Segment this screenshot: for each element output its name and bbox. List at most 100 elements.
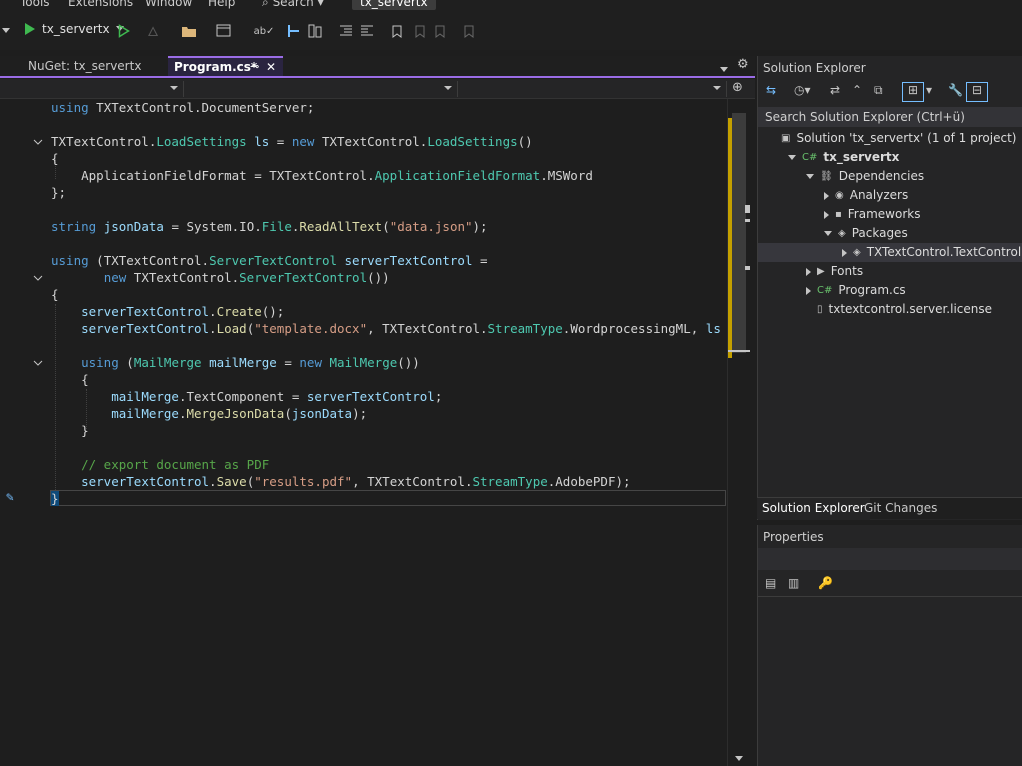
bookmark-clear-icon bbox=[464, 25, 474, 38]
indent-icon bbox=[361, 25, 373, 36]
code-line: }; bbox=[51, 185, 67, 200]
tab-git-changes[interactable]: Git Changes bbox=[859, 498, 942, 519]
clear-bookmarks-button[interactable] bbox=[456, 22, 484, 40]
expanded-arrow-icon[interactable] bbox=[824, 231, 832, 236]
flame-icon: 🜂 bbox=[147, 25, 159, 40]
frameworks-icon: ▪ bbox=[835, 209, 842, 220]
tree-item[interactable]: ◉ Analyzers bbox=[758, 186, 1022, 205]
close-icon[interactable]: ✕ bbox=[266, 58, 276, 76]
tree-item[interactable]: C# tx_servertx bbox=[758, 148, 1022, 167]
collapsed-arrow-icon[interactable] bbox=[842, 248, 847, 257]
file-icon: ▯ bbox=[817, 304, 823, 315]
split-view-button[interactable] bbox=[306, 22, 324, 40]
menu-help[interactable]: Help bbox=[208, 0, 235, 9]
history-icon[interactable]: ◷▾ bbox=[794, 83, 811, 97]
tab-solution-explorer[interactable]: Solution Explorer bbox=[757, 498, 870, 519]
tree-item-label: Solution 'tx_servertx' (1 of 1 project) bbox=[796, 131, 1017, 145]
sync-icon[interactable]: ⇄ bbox=[830, 83, 840, 97]
start-debug-button[interactable]: tx_servertx bbox=[24, 22, 124, 36]
tree-item[interactable]: ⛓ Dependencies bbox=[758, 167, 1022, 186]
property-pages-icon[interactable]: 🔑 bbox=[818, 576, 833, 590]
tab-program-cs[interactable]: Program.cs* ⊸ ✕ bbox=[168, 56, 283, 76]
explorer-bottom-tabs: Solution Explorer Git Changes bbox=[757, 497, 1022, 519]
navigation-bar: ⊕ bbox=[0, 79, 755, 99]
collapsed-arrow-icon[interactable] bbox=[806, 267, 811, 276]
type-dropdown[interactable] bbox=[185, 81, 458, 97]
show-all-files-icon[interactable]: ⧉ bbox=[874, 83, 883, 98]
tree-item[interactable]: ▣ Solution 'tx_servertx' (1 of 1 project) bbox=[758, 129, 1022, 148]
editor-scrollbar[interactable] bbox=[727, 99, 755, 766]
step-into-button[interactable] bbox=[286, 22, 302, 40]
collapsed-arrow-icon[interactable] bbox=[806, 286, 811, 295]
bookmark-button[interactable] bbox=[390, 22, 404, 40]
menu-tools[interactable]: Tools bbox=[20, 0, 50, 9]
code-line: using (TXTextControl.ServerTextControl s… bbox=[51, 253, 488, 268]
collapse-icon[interactable] bbox=[33, 137, 43, 147]
next-bookmark-button[interactable] bbox=[434, 22, 448, 40]
spell-check-button[interactable]: ab✓ bbox=[254, 22, 275, 40]
tree-item-label: Packages bbox=[851, 226, 908, 240]
solution-search-input[interactable]: Search Solution Explorer (Ctrl+ü) bbox=[758, 107, 1022, 127]
tree-item[interactable]: C# Program.cs bbox=[758, 281, 1022, 300]
start-without-debug-button[interactable] bbox=[116, 22, 132, 40]
tree-item[interactable]: ▪ Frameworks bbox=[758, 205, 1022, 224]
expanded-arrow-icon[interactable] bbox=[788, 155, 796, 160]
code-line: // export document as PDF bbox=[81, 457, 270, 472]
outdent-button[interactable] bbox=[338, 22, 354, 40]
chevron-down-icon[interactable]: ▾ bbox=[926, 83, 932, 97]
hot-reload-button[interactable]: 🜂 bbox=[138, 22, 168, 40]
packages-icon: ◈ bbox=[838, 228, 846, 239]
menu-extensions[interactable]: Extensions bbox=[68, 0, 133, 9]
code-line: } bbox=[51, 423, 89, 438]
categorized-icon[interactable]: ▤ bbox=[765, 576, 776, 590]
bookmark-next-icon bbox=[435, 25, 445, 38]
collapsed-arrow-icon[interactable] bbox=[824, 191, 829, 200]
filter-icon[interactable]: ⊞ bbox=[902, 82, 924, 102]
code-line: { bbox=[51, 287, 59, 302]
wrench-icon[interactable]: 🔧 bbox=[948, 83, 963, 97]
tree-item[interactable]: ◈ TXTextControl.TextControl.Co bbox=[758, 243, 1022, 262]
collapse-icon[interactable] bbox=[33, 273, 43, 283]
tab-nuget[interactable]: NuGet: tx_servertx bbox=[22, 56, 147, 76]
member-dropdown[interactable] bbox=[459, 81, 727, 97]
prev-bookmark-button[interactable] bbox=[412, 22, 426, 40]
solution-name-badge: tx_servertx bbox=[352, 0, 436, 10]
quick-actions-brush-icon[interactable]: ✎ bbox=[6, 490, 14, 505]
code-line: mailMerge.TextComponent = serverTextCont… bbox=[111, 389, 443, 404]
tab-overflow-dropdown[interactable] bbox=[720, 62, 728, 76]
panel-title: Solution Explorer bbox=[763, 61, 866, 75]
layout-button[interactable] bbox=[210, 22, 238, 40]
tree-item[interactable]: ▯ txtextcontrol.server.license bbox=[758, 300, 1022, 319]
collapse-all-icon[interactable]: ⌃ bbox=[852, 83, 862, 97]
pin-icon[interactable]: ⊸ bbox=[250, 58, 259, 76]
expanded-arrow-icon[interactable] bbox=[806, 174, 814, 179]
search-icon: ⌕ bbox=[262, 0, 269, 9]
tree-item[interactable]: ◈ Packages bbox=[758, 224, 1022, 243]
collapse-icon[interactable] bbox=[33, 358, 43, 368]
project-dropdown[interactable] bbox=[0, 81, 184, 97]
code-editor[interactable]: ✎ using TXTextControl.DocumentServer; TX… bbox=[0, 99, 727, 766]
properties-panel: Properties ▤ ▥ 🔑 bbox=[757, 525, 1022, 766]
document-tab-strip: NuGet: tx_servertx Program.cs* ⊸ ✕ ⚙ bbox=[0, 56, 755, 78]
split-editor-icon[interactable]: ⊕ bbox=[732, 80, 743, 95]
indent-button[interactable] bbox=[358, 22, 376, 40]
switch-view-icon[interactable]: ⇆ bbox=[766, 83, 776, 97]
scroll-down-icon[interactable] bbox=[735, 756, 743, 762]
preview-icon[interactable]: ⊟ bbox=[966, 82, 988, 102]
object-selector[interactable] bbox=[758, 548, 1022, 570]
collapsed-arrow-icon[interactable] bbox=[824, 210, 829, 219]
menu-window[interactable]: Window bbox=[145, 0, 192, 9]
scrollbar-thumb[interactable] bbox=[732, 113, 746, 353]
toolbar-dropdown-caret[interactable] bbox=[0, 22, 12, 40]
split-icon bbox=[308, 24, 322, 38]
code-line: using (MailMerge mailMerge = new MailMer… bbox=[81, 355, 420, 370]
cursor-select-icon bbox=[288, 25, 299, 37]
gear-icon[interactable]: ⚙ bbox=[737, 57, 749, 72]
search-menu[interactable]: ⌕ Search ▾ bbox=[262, 0, 324, 10]
code-line: } bbox=[51, 491, 59, 506]
alphabetical-icon[interactable]: ▥ bbox=[788, 576, 799, 590]
caret-position-marker bbox=[728, 350, 750, 352]
open-folder-button[interactable] bbox=[180, 22, 198, 40]
tree-item[interactable]: ▶ Fonts bbox=[758, 262, 1022, 281]
solution-icon: ▣ bbox=[781, 133, 791, 144]
